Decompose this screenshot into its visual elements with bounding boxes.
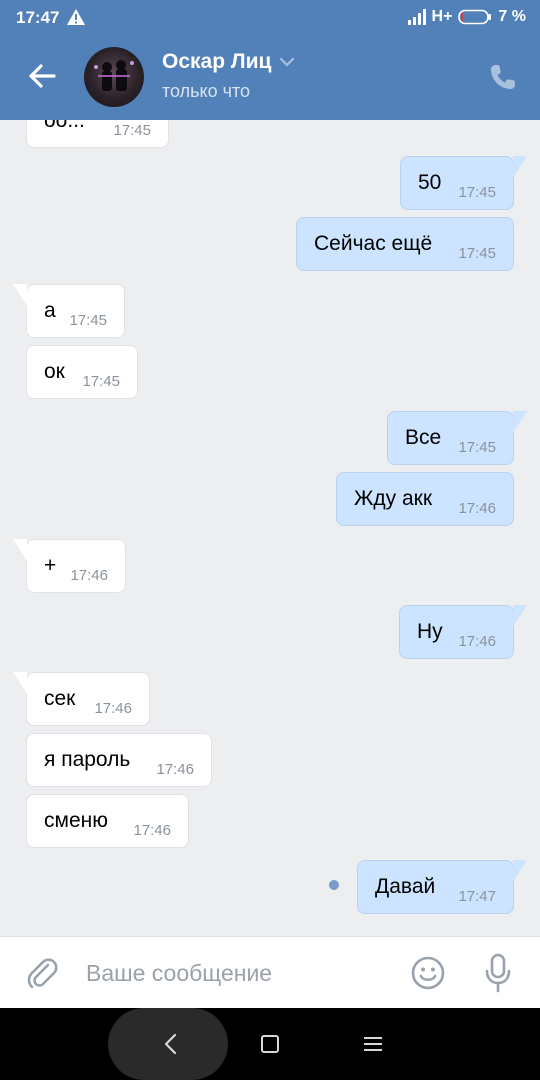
message-text: Все [405, 426, 442, 449]
emoji-icon[interactable] [411, 956, 445, 990]
bubble-tail [13, 672, 27, 694]
bubble-tail [513, 156, 527, 178]
microphone-icon[interactable] [482, 953, 514, 993]
status-bar: 17:47 H+ 7 % [0, 0, 540, 36]
top-bar: 17:47 H+ 7 % Оскар Лиц только что [0, 0, 540, 120]
bubble-tail [513, 411, 527, 433]
message-text: + [44, 554, 57, 577]
paperclip-icon[interactable] [24, 955, 60, 991]
message-text: оо... [44, 120, 85, 132]
message-bubble[interactable]: Давай 17:47 [357, 860, 527, 914]
message-text: сек [44, 687, 76, 710]
message-time: 17:47 [458, 888, 496, 905]
battery-icon [458, 9, 492, 25]
message-bubble[interactable]: сек 17:46 [13, 672, 150, 726]
battery-percent: 7 % [498, 8, 526, 25]
message-bubble[interactable]: Сейчас ещё 17:45 [296, 217, 514, 271]
message-time: 17:46 [458, 500, 496, 517]
nav-back-icon[interactable] [160, 1032, 182, 1056]
message-text: а [44, 299, 56, 322]
message-time: 17:45 [458, 439, 496, 456]
message-bubble[interactable]: Ну 17:46 [399, 605, 527, 659]
nav-menu-icon[interactable] [364, 1035, 382, 1053]
phone-icon[interactable] [488, 62, 518, 92]
bubble-tail [513, 605, 527, 627]
avatar-image [94, 60, 134, 91]
message-time: 17:46 [70, 567, 108, 584]
nav-home-icon[interactable] [261, 1035, 279, 1053]
chat-header: Оскар Лиц только что [0, 36, 540, 120]
message-bubble-partial[interactable]: оо... 17:45 [26, 120, 169, 148]
message-time: 17:46 [94, 700, 132, 717]
message-bubble[interactable]: + 17:46 [13, 539, 126, 593]
status-time: 17:47 [16, 8, 60, 27]
message-bubble[interactable]: Жду акк 17:46 [336, 472, 514, 526]
message-text: Жду акк [354, 487, 433, 510]
message-input[interactable] [86, 955, 386, 991]
message-time: 17:46 [133, 822, 171, 839]
warning-icon [67, 9, 85, 25]
bubble-tail [13, 284, 27, 306]
message-bubble[interactable]: ок 17:45 [26, 345, 138, 399]
message-time: 17:46 [156, 761, 194, 778]
message-list[interactable]: оо... 17:45 50 17:45 Сейчас ещё 17:45 а … [0, 120, 540, 936]
message-time: 17:45 [69, 312, 107, 329]
chevron-down-icon [280, 57, 295, 67]
message-time: 17:46 [458, 633, 496, 650]
message-text: Ну [417, 620, 443, 643]
message-bubble[interactable]: я пароль 17:46 [26, 733, 212, 787]
status-right: H+ 7 % [407, 8, 526, 26]
message-bubble[interactable]: сменю 17:46 [26, 794, 189, 848]
system-nav-bar [0, 1008, 540, 1080]
message-bubble[interactable]: 50 17:45 [400, 156, 527, 210]
message-text: сменю [44, 809, 108, 832]
back-arrow-icon[interactable] [24, 58, 60, 94]
message-text: ок [44, 360, 65, 383]
message-text: я пароль [44, 748, 131, 771]
message-text: Давай [375, 875, 436, 898]
contact-name[interactable]: Оскар Лиц [162, 50, 295, 74]
bubble-tail [13, 539, 27, 561]
contact-status: только что [162, 81, 251, 101]
message-bubble[interactable]: Все 17:45 [387, 411, 527, 465]
network-type: H+ [431, 8, 453, 25]
message-composer [0, 936, 540, 1008]
unread-indicator [329, 880, 339, 890]
message-time: 17:45 [113, 122, 151, 139]
message-text: 50 [418, 171, 442, 194]
message-time: 17:45 [458, 245, 496, 262]
message-bubble[interactable]: а 17:45 [13, 284, 125, 338]
bubble-tail [513, 860, 527, 882]
signal-icon [407, 9, 426, 25]
message-text: Сейчас ещё [314, 232, 433, 255]
message-time: 17:45 [458, 184, 496, 201]
message-time: 17:45 [82, 373, 120, 390]
avatar[interactable] [84, 47, 144, 107]
contact-name-text: Оскар Лиц [162, 50, 272, 73]
